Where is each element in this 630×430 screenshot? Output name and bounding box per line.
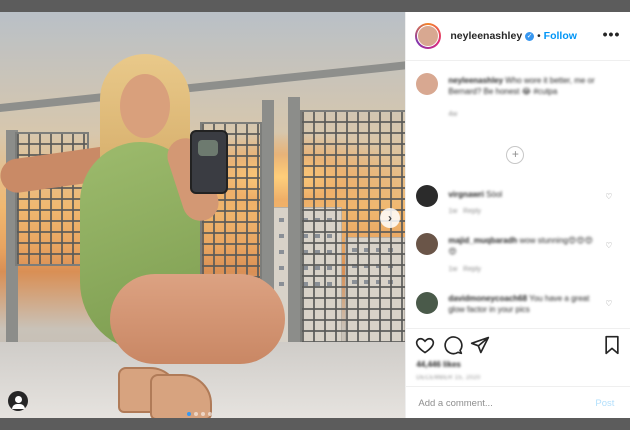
header-separator: • — [537, 30, 541, 42]
caption: neyleenashley Who wore it better, me or … — [448, 75, 618, 97]
carousel-dot-active — [187, 412, 191, 416]
tagged-users-icon[interactable] — [8, 391, 28, 411]
caption-avatar[interactable] — [416, 73, 439, 95]
author-avatar[interactable] — [415, 23, 442, 49]
post-comment-button[interactable]: Post — [595, 398, 614, 409]
top-overlay-bar — [0, 0, 630, 12]
comment: davidmoneycoach68 You have a great glow … — [448, 293, 598, 315]
comment: majid_muqbaradh wow stunning😍😍😍😍 — [448, 235, 598, 257]
comment-time: 1w — [448, 208, 458, 215]
like-comment-heart-icon[interactable]: ♡ — [605, 299, 612, 308]
person-face — [120, 74, 170, 138]
balcony-railing — [0, 61, 406, 112]
comment-icon[interactable] — [443, 335, 463, 355]
caption-username[interactable]: neyleenashley — [448, 76, 503, 85]
like-comment-heart-icon[interactable]: ♡ — [605, 192, 612, 201]
post-header: neyleenashley ✓ • Follow ••• — [406, 12, 630, 61]
verified-badge-icon: ✓ — [525, 31, 535, 41]
like-comment-heart-icon[interactable]: ♡ — [605, 241, 612, 250]
carousel-dots — [187, 412, 212, 416]
comment: virgnawri Sòol — [448, 189, 598, 200]
post-photo[interactable]: › — [0, 12, 406, 418]
post-modal: › neyleenashley ✓ • Follow ••• neyleenas… — [0, 12, 630, 418]
post-sidebar: neyleenashley ✓ • Follow ••• neyleenashl… — [405, 12, 630, 418]
comment-time: 1w — [448, 266, 458, 273]
comments-list[interactable]: neyleenashley Who wore it better, me or … — [406, 61, 630, 327]
more-options-icon[interactable]: ••• — [603, 26, 621, 42]
likes-count[interactable]: 44,446 likes — [416, 360, 460, 369]
smartphone — [190, 130, 228, 194]
reply-button[interactable]: Reply — [463, 266, 481, 273]
paper-plane-icon[interactable] — [470, 335, 490, 355]
reply-button[interactable]: Reply — [463, 208, 481, 215]
author-username[interactable]: neyleenashley — [450, 30, 522, 42]
follow-button[interactable]: Follow — [544, 30, 577, 42]
comment-text: Sòol — [486, 190, 503, 199]
comment-username[interactable]: virgnawri — [448, 190, 484, 199]
person-legs — [110, 274, 285, 364]
add-comment-bar: Post — [406, 386, 630, 419]
bottom-overlay-bar — [0, 418, 630, 430]
load-more-comments-button[interactable]: + — [506, 146, 525, 164]
post-actions — [406, 328, 630, 357]
comment-avatar[interactable] — [416, 185, 439, 207]
comment-avatar[interactable] — [416, 292, 439, 314]
railing-mesh — [300, 110, 406, 364]
carousel-dot — [208, 412, 212, 416]
carousel-dot — [201, 412, 205, 416]
comment-meta: 1w Reply — [448, 266, 481, 273]
next-photo-button[interactable]: › — [380, 208, 400, 228]
comment-username[interactable]: majid_muqbaradh — [448, 236, 517, 245]
comment-avatar[interactable] — [416, 233, 439, 255]
post-date: DECEMBER 15, 2020 — [416, 375, 481, 381]
comment-meta: 1w Reply — [448, 208, 481, 215]
heart-icon[interactable] — [415, 335, 435, 355]
bookmark-icon[interactable] — [602, 335, 622, 355]
comment-input[interactable] — [416, 396, 591, 410]
caption-time: 4w — [448, 111, 458, 118]
comment-username[interactable]: davidmoneycoach68 — [448, 294, 527, 303]
carousel-dot — [194, 412, 198, 416]
